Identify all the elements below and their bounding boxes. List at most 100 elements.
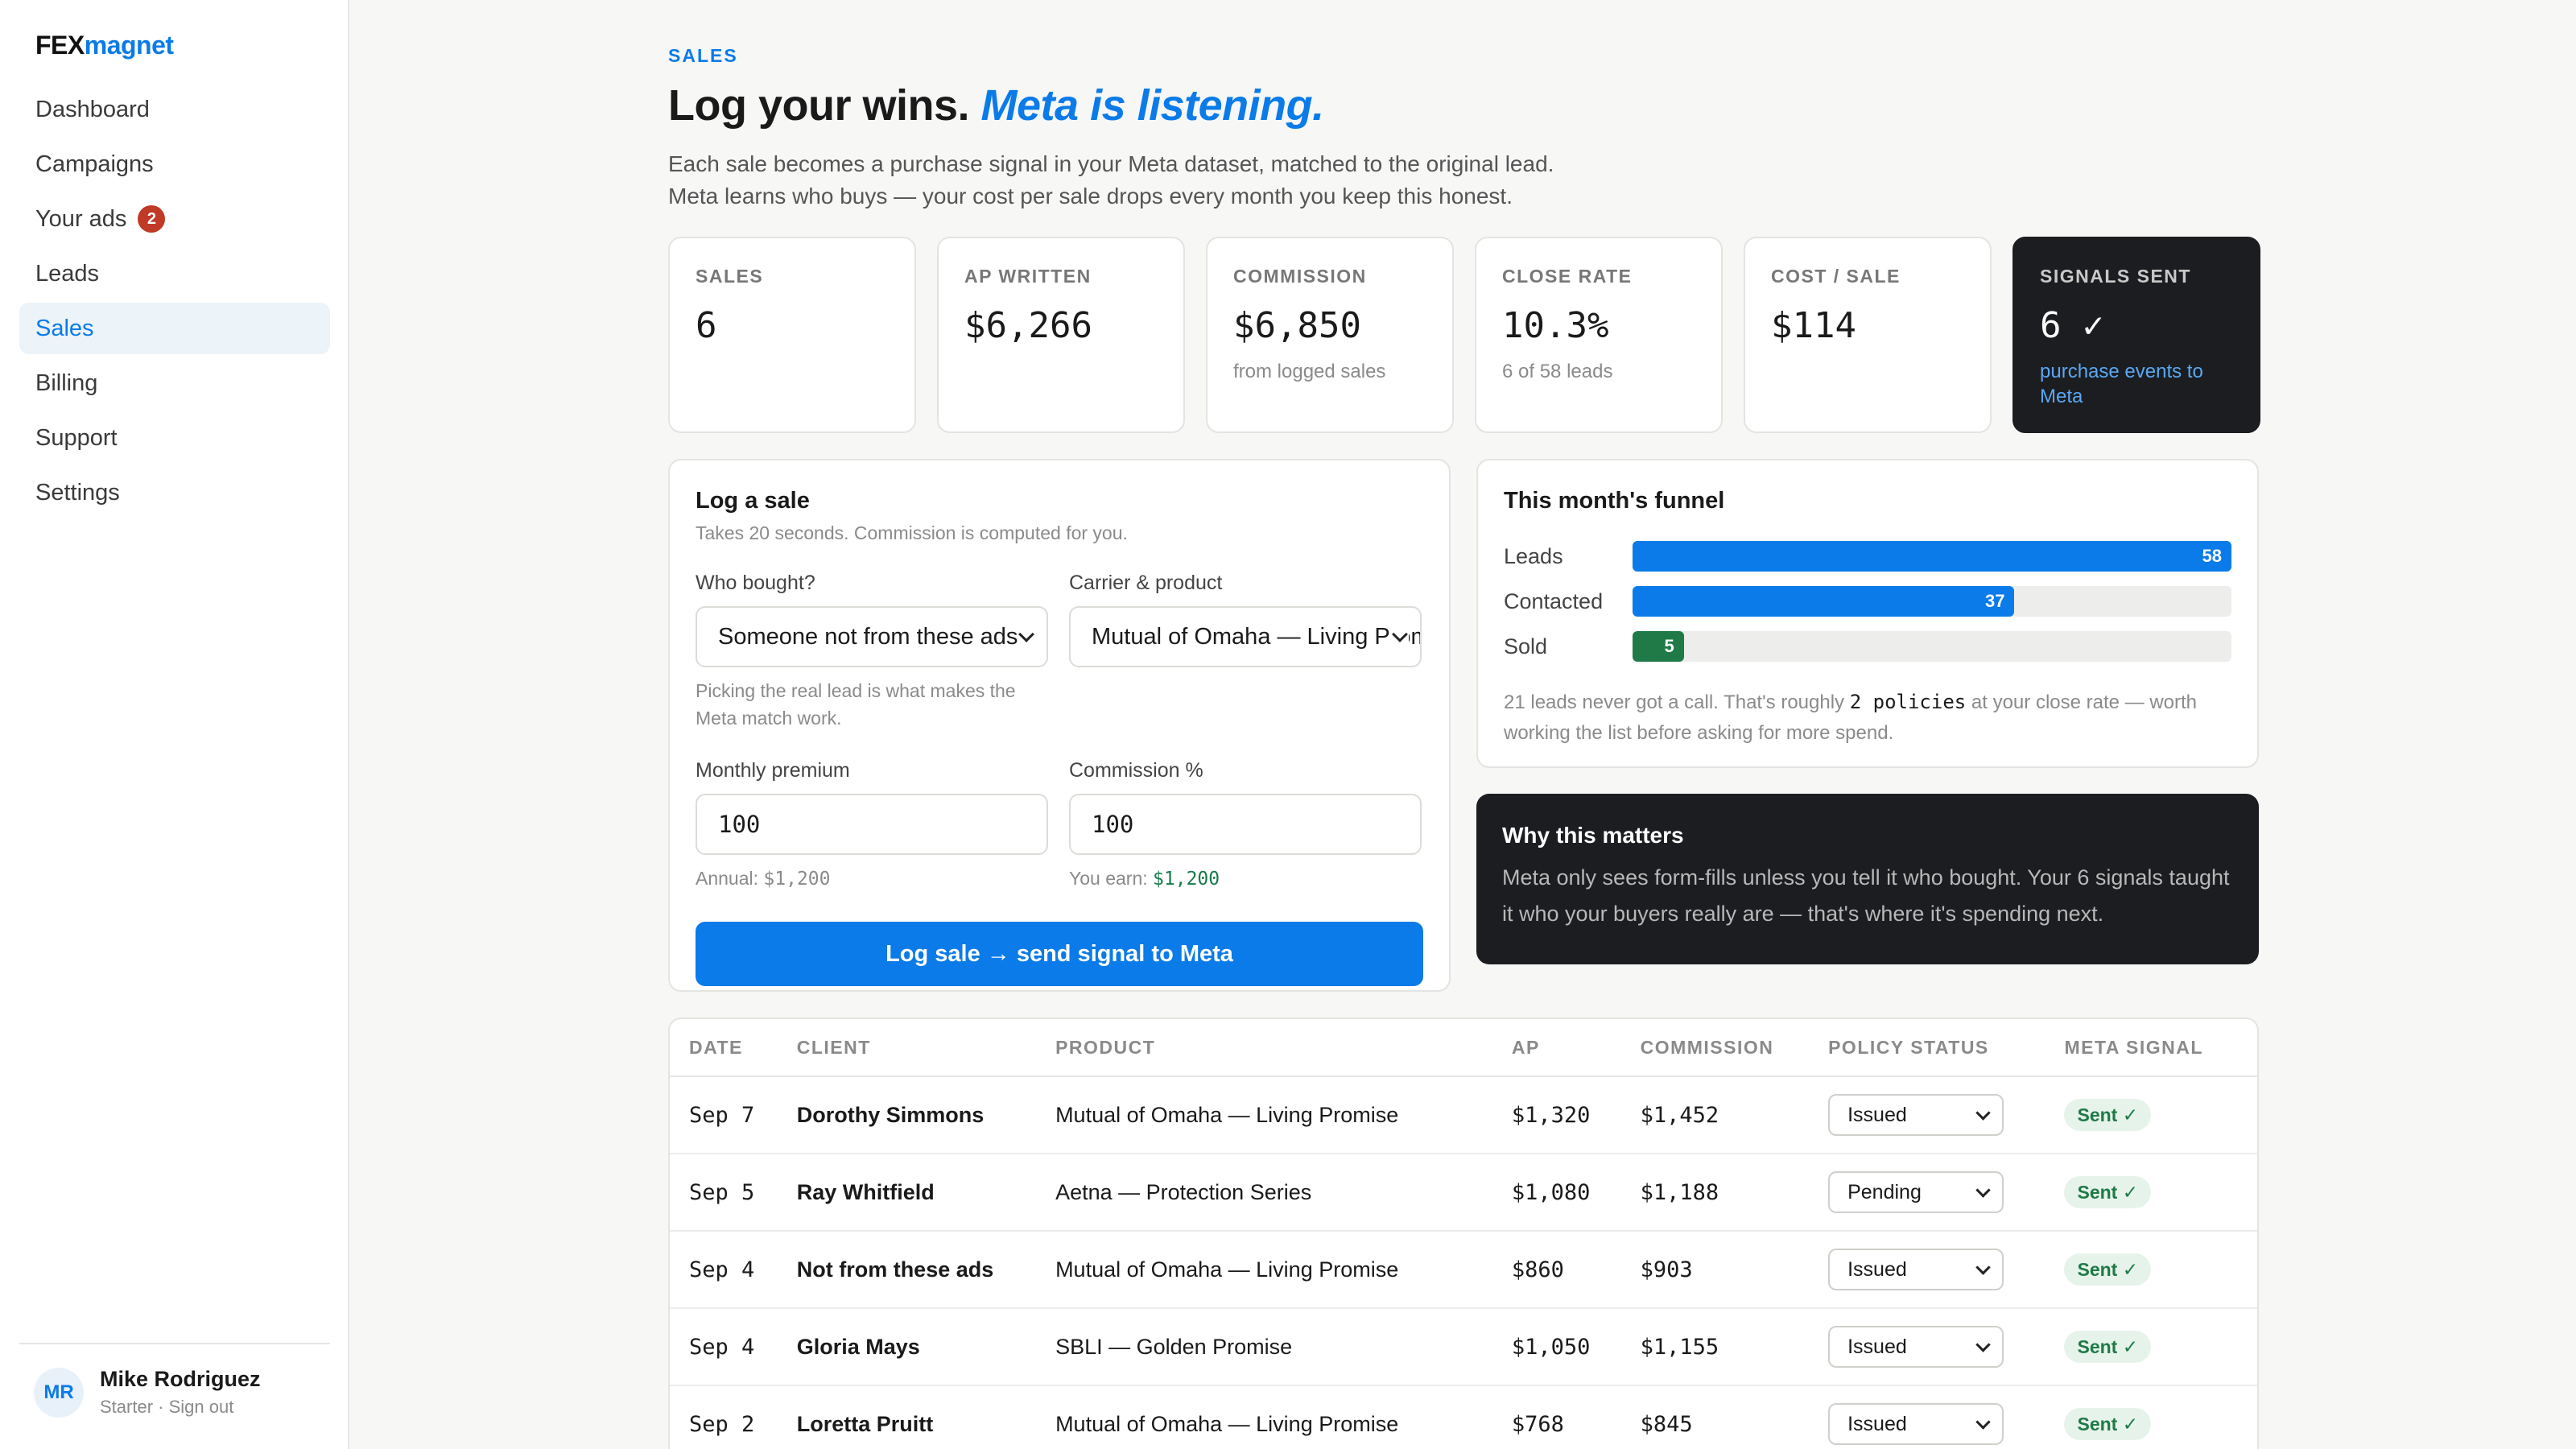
annual-premium-hint: Annual: $1,200 bbox=[696, 865, 1048, 893]
stat-label: AP WRITTEN bbox=[964, 266, 1092, 287]
sidebar-item-label: Billing bbox=[35, 369, 98, 396]
page-subtitle-line: Meta learns who buys — your cost per sal… bbox=[668, 184, 1513, 208]
cell-date: Sep 7 bbox=[689, 1102, 755, 1128]
page-subtitle-line: Each sale becomes a purchase signal in y… bbox=[668, 151, 1554, 176]
chevron-down-icon bbox=[1975, 1339, 1991, 1355]
cell-product: SBLI — Golden Promise bbox=[1055, 1334, 1293, 1359]
carrier-product-select[interactable]: Mutual of Omaha — Living Promise bbox=[1069, 606, 1422, 667]
sidebar-item-leads[interactable]: Leads bbox=[19, 248, 330, 299]
sidebar-item-your-ads[interactable]: Your ads 2 bbox=[19, 193, 330, 245]
column-header-date[interactable]: DATE bbox=[670, 1037, 797, 1059]
stat-label: COMMISSION bbox=[1233, 266, 1367, 287]
user-plan: Starter bbox=[100, 1397, 154, 1417]
table-row[interactable]: Sep 5 Ray Whitfield Aetna — Protection S… bbox=[670, 1154, 2257, 1232]
who-bought-field: Who bought? Someone not from these ads P… bbox=[696, 572, 1048, 732]
funnel-note-text: 21 leads never got a call. That's roughl… bbox=[1504, 691, 1850, 713]
sidebar-item-sales[interactable]: Sales bbox=[19, 303, 330, 354]
log-sale-panel: Log a sale Takes 20 seconds. Commission … bbox=[668, 459, 1451, 992]
cell-ap: $1,320 bbox=[1511, 1102, 1591, 1128]
table-row[interactable]: Sep 4 Gloria Mays SBLI — Golden Promise … bbox=[670, 1309, 2257, 1386]
policy-status-select[interactable]: Issued bbox=[1828, 1403, 2004, 1445]
carrier-product-label: Carrier & product bbox=[1069, 572, 1223, 594]
stat-label: COST / SALE bbox=[1771, 266, 1901, 287]
status-badge: Sent ✓ bbox=[2064, 1408, 2151, 1440]
cell-signal: Sent ✓ bbox=[2064, 1253, 2257, 1286]
carrier-product-value: Mutual of Omaha — Living Promise bbox=[1092, 623, 1420, 650]
cell-client: Gloria Mays bbox=[796, 1334, 920, 1359]
monthly-premium-label: Monthly premium bbox=[696, 759, 850, 782]
commission-percent-input[interactable]: 100 bbox=[1069, 794, 1422, 855]
column-header-status[interactable]: POLICY STATUS bbox=[1828, 1037, 2064, 1059]
sidebar-item-billing[interactable]: Billing bbox=[19, 357, 330, 409]
stat-card-ap-written: AP WRITTEN $6,266 bbox=[937, 237, 1185, 433]
column-header-signal[interactable]: META SIGNAL bbox=[2064, 1037, 2257, 1059]
cell-date: Sep 5 bbox=[689, 1179, 755, 1205]
funnel-bar-contacted: 37 bbox=[1632, 586, 2015, 617]
funnel-track: 5 bbox=[1632, 631, 2231, 662]
why-body: Meta only sees form-fills unless you tel… bbox=[1502, 865, 2230, 926]
page-title-main: Log your wins. bbox=[668, 81, 970, 130]
cell-commission: $1,155 bbox=[1640, 1334, 1719, 1360]
table-row[interactable]: Sep 7 Dorothy Simmons Mutual of Omaha — … bbox=[670, 1077, 2257, 1154]
cell-client: Dorothy Simmons bbox=[796, 1102, 985, 1127]
sidebar-item-settings[interactable]: Settings bbox=[19, 467, 330, 518]
stat-value: $6,266 bbox=[964, 305, 1092, 346]
stat-note: purchase events to Meta bbox=[2040, 361, 2203, 407]
funnel-track: 37 bbox=[1632, 586, 2231, 617]
stat-value: 6 ✓ bbox=[2040, 305, 2104, 346]
you-earn-label: You earn: bbox=[1069, 868, 1154, 889]
column-header-client[interactable]: CLIENT bbox=[797, 1037, 1055, 1059]
stat-label: CLOSE RATE bbox=[1502, 266, 1633, 287]
status-badge: Sent ✓ bbox=[2064, 1331, 2151, 1363]
sales-table: DATE CLIENT PRODUCT AP COMMISSION POLICY… bbox=[668, 1018, 2259, 1449]
why-this-matters-panel: Why this matters Meta only sees form-fil… bbox=[1476, 794, 2259, 964]
monthly-premium-input[interactable]: 100 bbox=[696, 794, 1048, 855]
column-header-product[interactable]: PRODUCT bbox=[1055, 1037, 1512, 1059]
policy-status-select[interactable]: Issued bbox=[1828, 1094, 2004, 1136]
stat-value: 10.3% bbox=[1502, 305, 1609, 346]
who-bought-select[interactable]: Someone not from these ads bbox=[696, 606, 1048, 667]
policy-status-select[interactable]: Pending bbox=[1828, 1171, 2004, 1213]
funnel-bar-leads: 58 bbox=[1632, 541, 2231, 572]
who-bought-value: Someone not from these ads bbox=[718, 623, 1018, 650]
cell-product: Mutual of Omaha — Living Promise bbox=[1055, 1411, 1399, 1436]
sidebar-item-campaigns[interactable]: Campaigns bbox=[19, 138, 330, 190]
user-meta-separator: · bbox=[158, 1397, 164, 1417]
sidebar-item-label: Settings bbox=[35, 479, 120, 506]
stat-card-close-rate: CLOSE RATE 10.3% 6 of 58 leads bbox=[1475, 237, 1723, 433]
sign-out-link[interactable]: Sign out bbox=[169, 1397, 234, 1417]
user-profile: MR Mike Rodriguez Starter · Sign out bbox=[19, 1343, 330, 1418]
notification-badge: 2 bbox=[138, 205, 166, 233]
cell-product: Mutual of Omaha — Living Promise bbox=[1055, 1102, 1399, 1127]
app-logo[interactable]: FEXmagnet bbox=[35, 31, 174, 60]
stat-card-commission: COMMISSION $6,850 from logged sales bbox=[1206, 237, 1454, 433]
log-sale-button[interactable]: Log sale → send signal to Meta bbox=[696, 922, 1423, 986]
table-row[interactable]: Sep 4 Not from these ads Mutual of Omaha… bbox=[670, 1232, 2257, 1309]
policy-status-value: Pending bbox=[1847, 1180, 1922, 1203]
sidebar-item-support[interactable]: Support bbox=[19, 412, 330, 464]
monthly-premium-value: 100 bbox=[718, 811, 761, 838]
cell-commission: $903 bbox=[1640, 1257, 1693, 1282]
sidebar-item-label: Campaigns bbox=[35, 151, 154, 177]
who-bought-label: Who bought? bbox=[696, 572, 815, 594]
user-meta: Starter · Sign out bbox=[100, 1397, 261, 1418]
policy-status-select[interactable]: Issued bbox=[1828, 1326, 2004, 1368]
funnel-row-contacted: Contacted 37 bbox=[1504, 579, 2231, 624]
funnel-panel: This month's funnel Leads 58 Contacted 3… bbox=[1476, 459, 2259, 768]
sidebar-item-dashboard[interactable]: Dashboard bbox=[19, 84, 330, 135]
column-header-ap[interactable]: AP bbox=[1512, 1037, 1641, 1059]
stat-card-signals-sent: SIGNALS SENT 6 ✓ purchase events to Meta bbox=[2013, 237, 2260, 433]
table-row[interactable]: Sep 2 Loretta Pruitt Mutual of Omaha — L… bbox=[670, 1386, 2257, 1449]
policy-status-select[interactable]: Issued bbox=[1828, 1249, 2004, 1290]
cell-status: Issued bbox=[1828, 1094, 2064, 1136]
logo-bold: FEX bbox=[35, 31, 85, 60]
funnel-bar-value: 5 bbox=[1664, 636, 1674, 656]
sidebar-item-label: Your ads bbox=[35, 205, 127, 232]
you-earn-value: $1,200 bbox=[1153, 869, 1220, 890]
column-header-commission[interactable]: COMMISSION bbox=[1641, 1037, 1829, 1059]
stat-label: SIGNALS SENT bbox=[2040, 266, 2191, 287]
cell-date: Sep 4 bbox=[689, 1334, 755, 1360]
log-sale-subtitle: Takes 20 seconds. Commission is computed… bbox=[696, 522, 1128, 543]
policy-status-value: Issued bbox=[1847, 1103, 1907, 1126]
log-sale-form: Who bought? Someone not from these ads P… bbox=[696, 572, 1423, 893]
